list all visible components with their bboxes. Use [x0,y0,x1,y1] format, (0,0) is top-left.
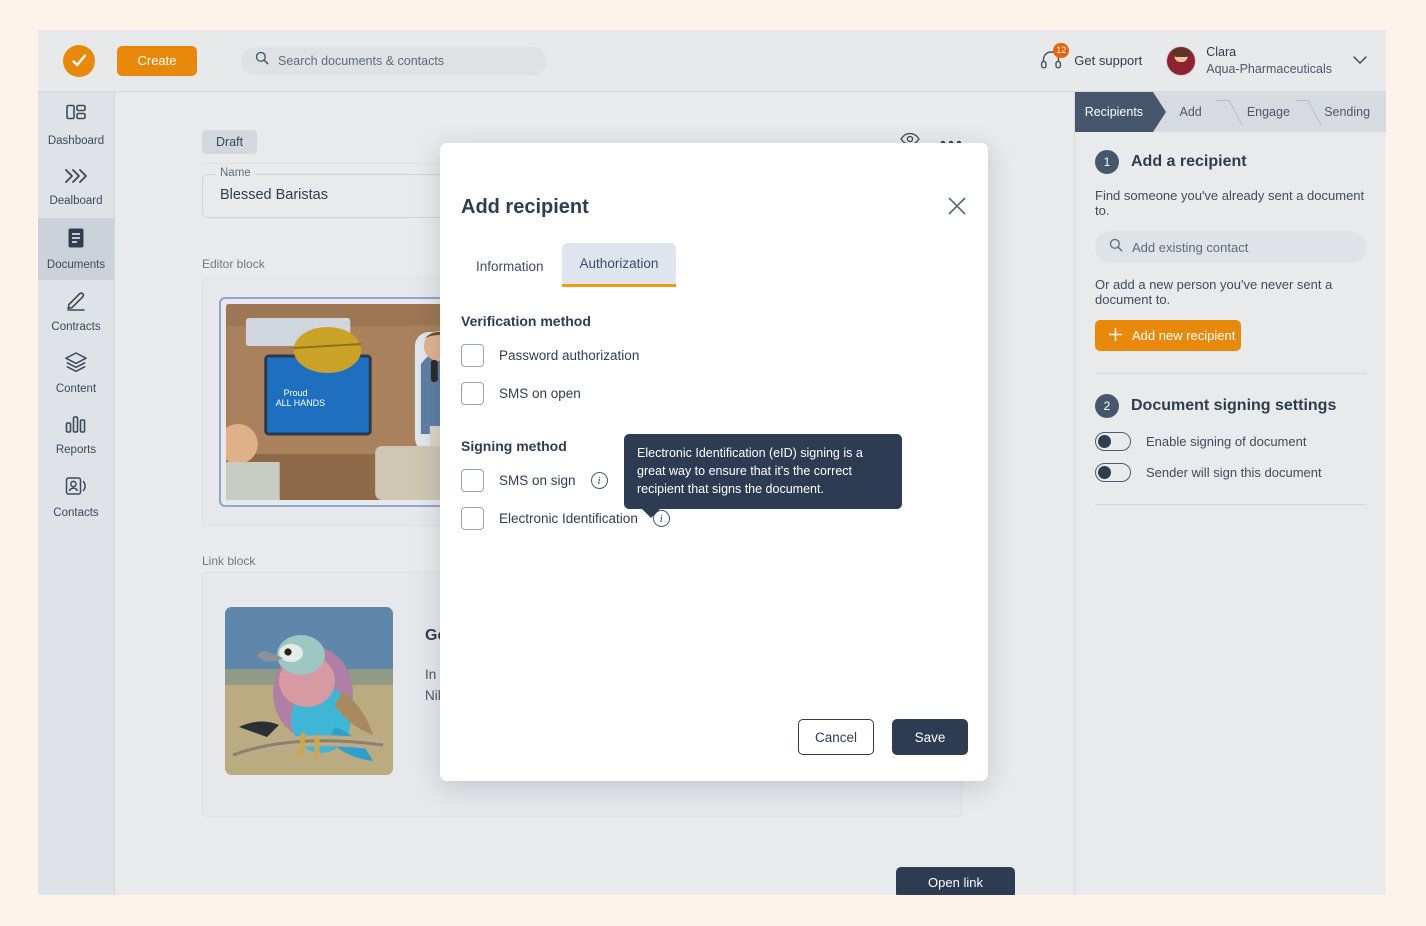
add-recipient-modal: Add recipient Information Authorization … [440,143,988,781]
checkbox-row-electronic-identification: Electronic Identification i [461,507,670,530]
info-icon[interactable]: i [590,472,608,489]
close-icon[interactable] [946,195,968,222]
sms-on-open-label: SMS on open [499,386,581,401]
electronic-identification-label: Electronic Identification [499,511,638,526]
tab-information[interactable]: Information [458,246,562,287]
sms-on-open-checkbox[interactable] [461,382,484,405]
electronic-identification-checkbox[interactable] [461,507,484,530]
password-authorization-label: Password authorization [499,348,640,363]
checkbox-row-sms-on-open: SMS on open [461,382,639,405]
tab-authorization[interactable]: Authorization [561,243,677,287]
verification-method-section: Verification method Password authorizati… [461,313,639,405]
modal-overlay: Add recipient Information Authorization … [38,30,1386,895]
modal-tabs: Information Authorization [458,243,677,287]
cancel-button[interactable]: Cancel [798,719,874,755]
sms-on-sign-label: SMS on sign [499,473,576,488]
checkbox-row-password-authorization: Password authorization [461,344,639,367]
password-authorization-checkbox[interactable] [461,344,484,367]
app-window: Create Search documents & contacts 12 Ge… [38,30,1386,895]
modal-title: Add recipient [461,196,589,218]
sms-on-sign-checkbox[interactable] [461,469,484,492]
save-button[interactable]: Save [892,719,968,755]
verification-method-heading: Verification method [461,313,591,329]
eid-tooltip: Electronic Identification (eID) signing … [624,434,902,519]
modal-footer: Cancel Save [798,719,968,755]
